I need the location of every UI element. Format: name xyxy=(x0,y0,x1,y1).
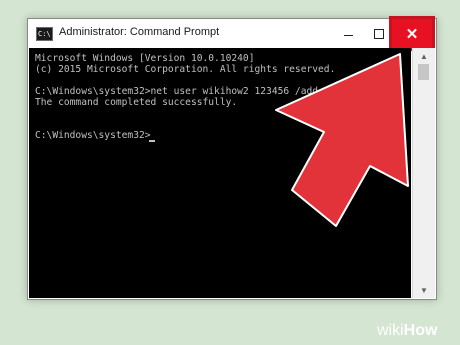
maximize-icon xyxy=(374,28,384,39)
text-cursor xyxy=(149,140,155,142)
console-line: (c) 2015 Microsoft Corporation. All righ… xyxy=(35,64,336,75)
watermark-wiki: wiki xyxy=(377,322,404,339)
console-line: C:\Windows\system32>net user wikihow2 12… xyxy=(35,86,319,97)
close-button[interactable]: ✕ xyxy=(389,16,435,51)
console-prompt-line: C:\Windows\system32> xyxy=(35,130,151,141)
console-output[interactable]: Microsoft Windows [Version 10.0.10240] (… xyxy=(29,48,411,298)
scroll-thumb[interactable] xyxy=(418,64,429,80)
minimize-button[interactable] xyxy=(333,19,363,48)
console-line: The command completed successfully. xyxy=(35,97,238,108)
close-icon: ✕ xyxy=(405,25,419,43)
scroll-up-icon[interactable]: ▲ xyxy=(413,49,435,63)
window-title: Administrator: Command Prompt xyxy=(59,26,220,38)
console-line: Microsoft Windows [Version 10.0.10240] xyxy=(35,53,255,64)
minimize-icon xyxy=(343,35,353,36)
cmd-app-icon: C:\ xyxy=(36,27,53,41)
scroll-down-icon[interactable]: ▼ xyxy=(413,283,435,297)
wikihow-watermark: wikiHow xyxy=(377,322,437,340)
title-bar[interactable]: C:\ Administrator: Command Prompt ✕ xyxy=(28,16,436,51)
watermark-how: How xyxy=(403,322,438,339)
command-prompt-window: C:\ Administrator: Command Prompt ✕ Micr… xyxy=(27,16,437,300)
vertical-scrollbar[interactable]: ▲ ▼ xyxy=(412,48,435,298)
